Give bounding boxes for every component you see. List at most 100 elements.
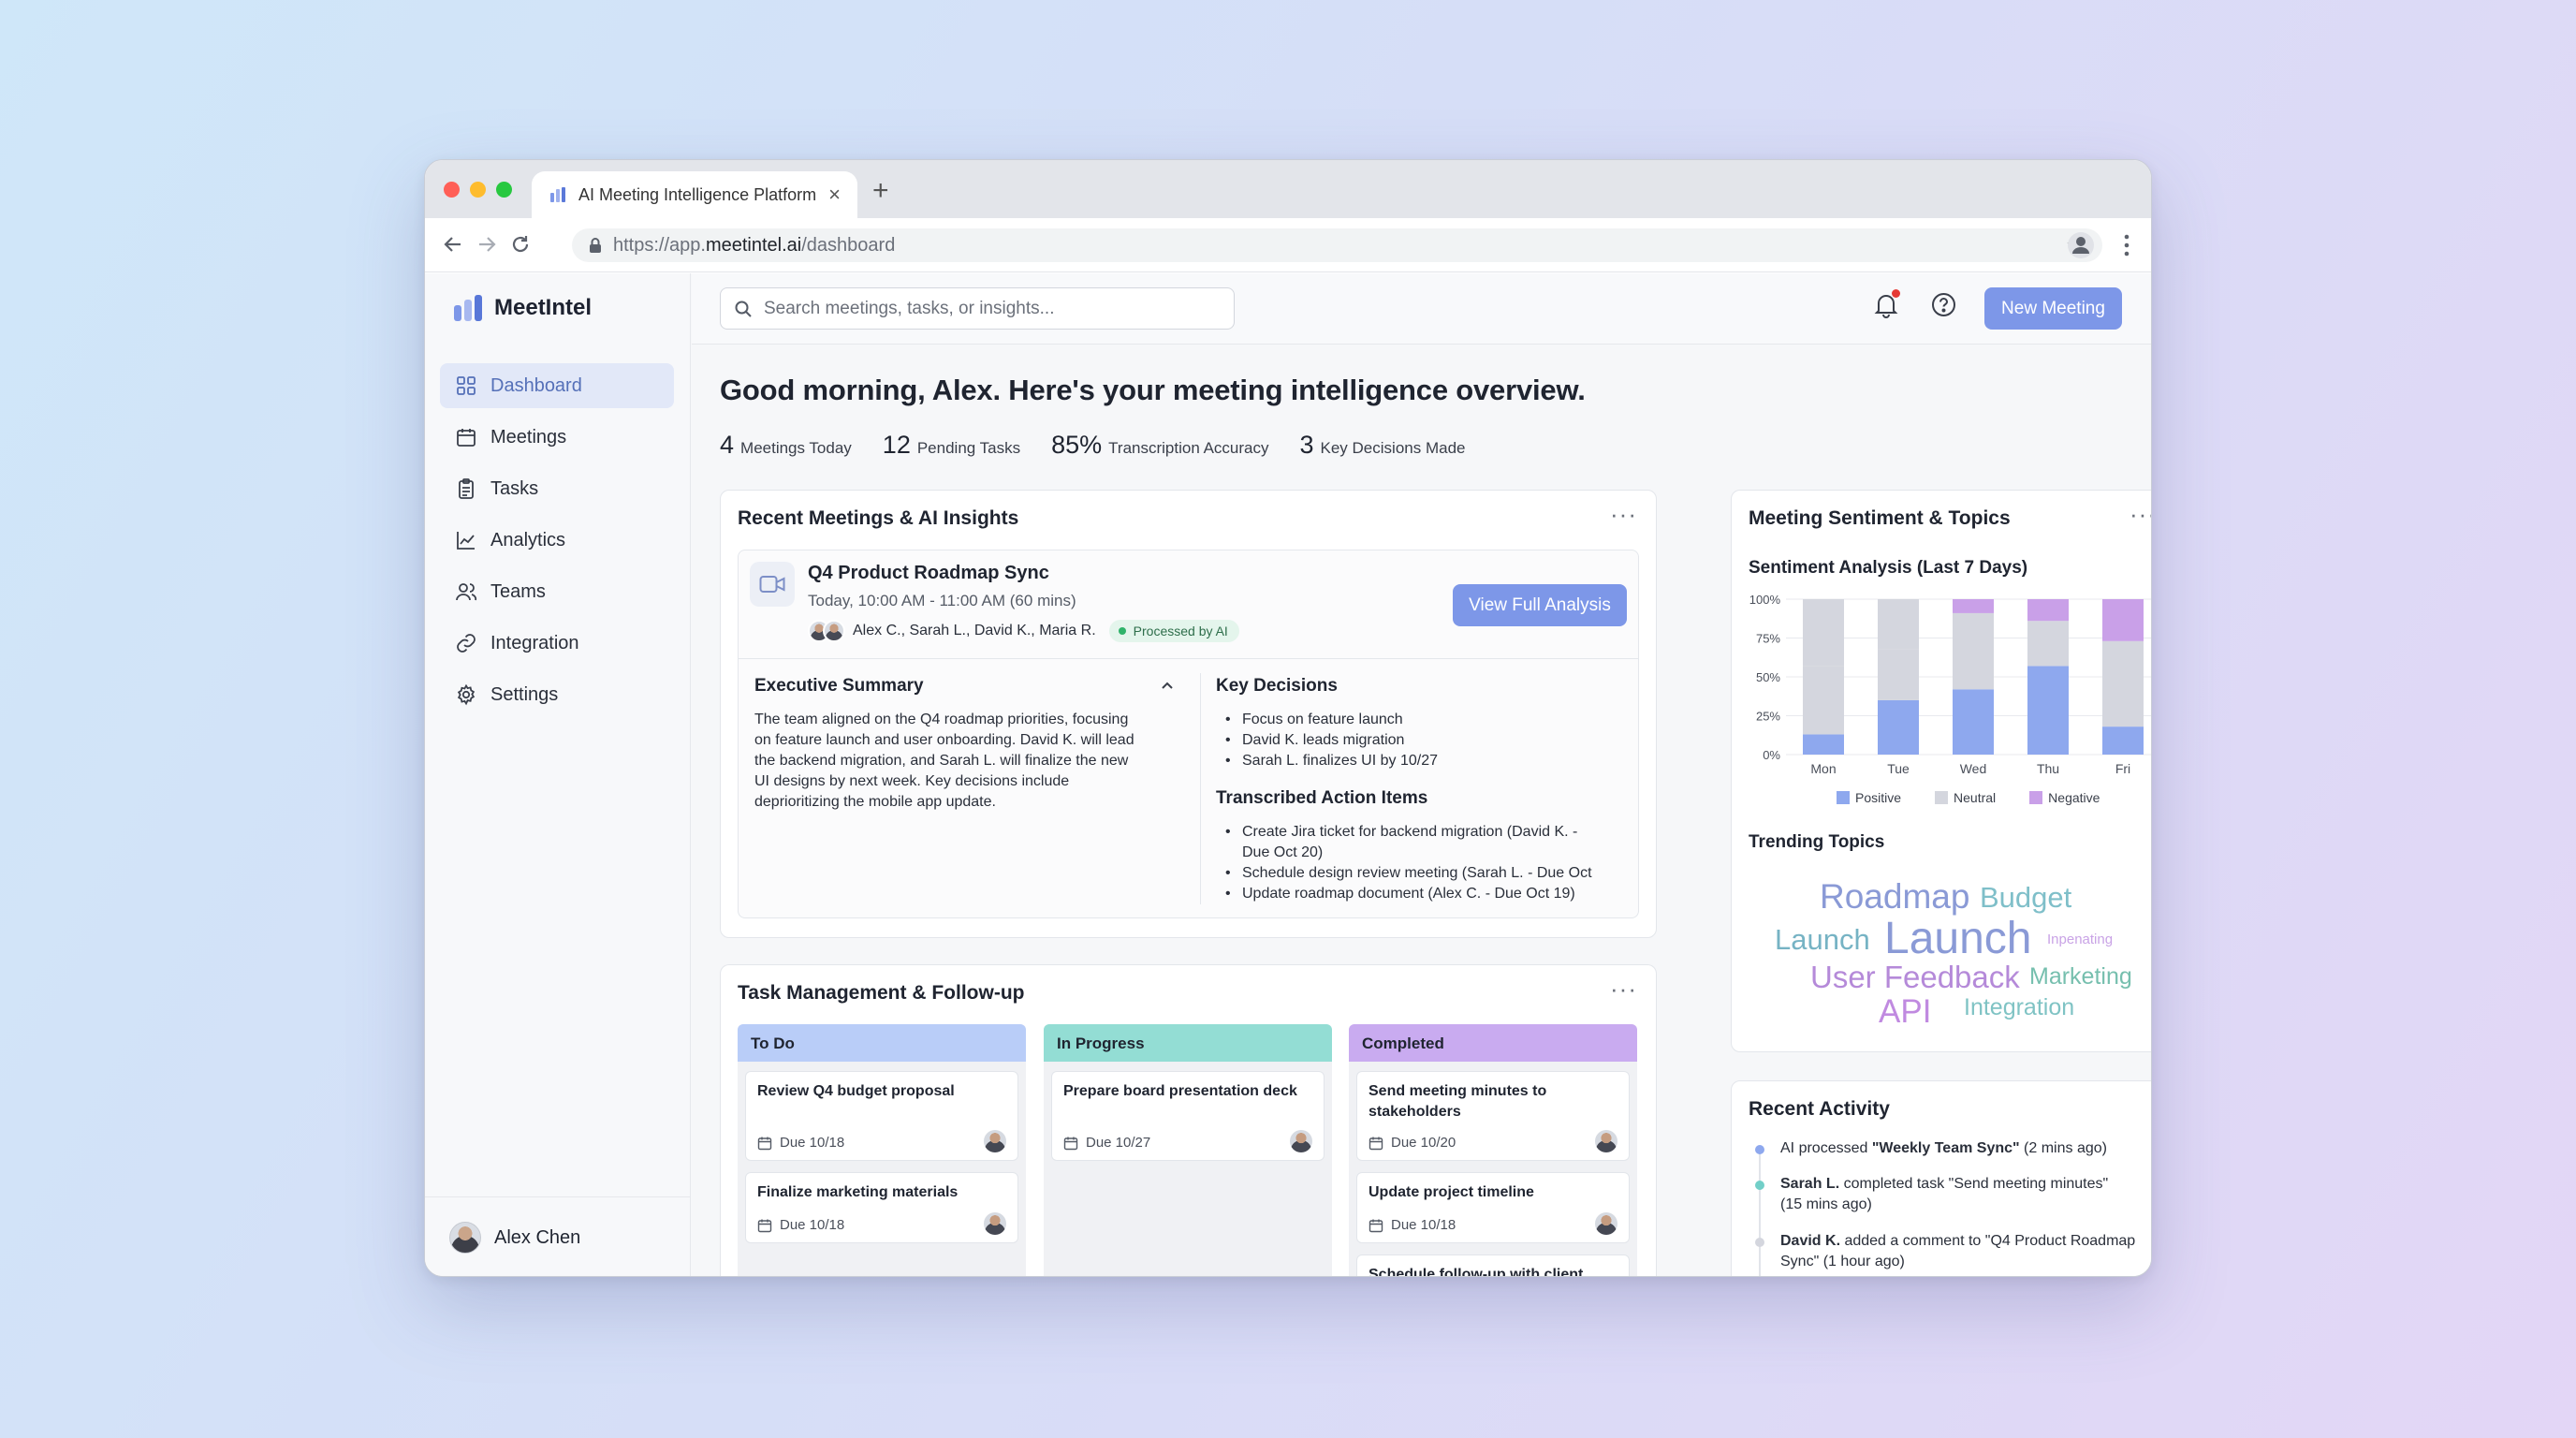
topic-word[interactable]: Launch [1884, 917, 2031, 961]
task-card[interactable]: Prepare board presentation deck Due 10/2… [1051, 1071, 1325, 1161]
divider [739, 658, 1638, 659]
task-card[interactable]: Update project timeline Due 10/18 [1356, 1172, 1630, 1243]
new-tab-icon[interactable]: + [872, 177, 889, 205]
sidebar-item-settings[interactable]: Settings [440, 672, 674, 717]
list-item: Update roadmap document (Alex C. - Due O… [1222, 884, 1633, 904]
key-decisions-heading: Key Decisions [1216, 676, 1338, 696]
maximize-window-button[interactable] [496, 182, 512, 198]
chevron-up-icon[interactable] [1160, 680, 1175, 691]
stat-label: Key Decisions Made [1320, 439, 1466, 457]
close-window-button[interactable] [444, 182, 460, 198]
x-tick-label: Fri [2115, 761, 2130, 775]
topic-word[interactable]: Marketing [2029, 965, 2132, 989]
meeting-item: Q4 Product Roadmap Sync Today, 10:00 AM … [738, 550, 1639, 918]
stat-value: 3 [1299, 431, 1314, 459]
legend-label: Positive [1855, 790, 1902, 805]
new-meeting-button[interactable]: New Meeting [1984, 287, 2122, 330]
activity-time: Sync" (1 hour ago) [1780, 1254, 1905, 1269]
activity-actor: AI processed [1780, 1140, 1868, 1156]
task-due: Due 10/20 [1368, 1135, 1456, 1151]
topic-word[interactable]: Launch [1775, 925, 1870, 954]
list-item-line: Schedule design review meeting (Sarah L.… [1242, 865, 1592, 881]
column-title: To Do [738, 1024, 1026, 1062]
sidebar-item-tasks[interactable]: Tasks [440, 466, 674, 511]
activity-action: added a comment to "Q4 Product Roadmap [1840, 1233, 2136, 1249]
forward-icon[interactable] [476, 233, 498, 256]
back-icon[interactable] [442, 233, 464, 256]
tab-title: AI Meeting Intelligence Platform [578, 184, 817, 204]
task-card[interactable]: Schedule follow-up with client [1356, 1255, 1630, 1277]
brand-name: MeetIntel [494, 295, 593, 320]
bar-segment-neutral [1953, 612, 1994, 690]
bar-segment-neutral [2027, 621, 2069, 667]
video-camera-icon [750, 562, 795, 607]
sidebar-item-meetings[interactable]: Meetings [440, 415, 674, 460]
activity-target: "Weekly Team Sync" [1867, 1140, 2020, 1156]
legend-item: Negative [2029, 790, 2116, 805]
task-card[interactable]: Send meeting minutes to stakeholders Due… [1356, 1071, 1630, 1161]
sentiment-chart: 0% 25% 50% 75% 100% Mon Tue Wed Thu Fri [1749, 593, 2151, 775]
task-title: Schedule follow-up with client [1368, 1267, 1584, 1277]
bar-segment-neutral [1803, 666, 1844, 735]
y-tick-label: 50% [1756, 670, 1780, 684]
topic-word[interactable]: User Feedback [1810, 961, 2020, 992]
user-profile[interactable]: Alex Chen [449, 1222, 580, 1254]
more-options-icon[interactable]: ··· [2130, 500, 2151, 529]
task-card[interactable]: Finalize marketing materials Due 10/18 [745, 1172, 1018, 1243]
notifications-button[interactable] [1874, 289, 1900, 323]
avatar [1290, 1130, 1312, 1152]
topic-word[interactable]: Budget [1980, 883, 2071, 912]
summary-line: on feature launch and user onboarding. D… [754, 732, 1134, 748]
avatar [1595, 1130, 1617, 1152]
stat-value: 4 [720, 431, 735, 459]
brand[interactable]: MeetIntel [453, 294, 592, 322]
bar-segment-positive [2027, 666, 2069, 755]
main-content: Search meetings, tasks, or insights... N… [692, 273, 2151, 1276]
gear-icon [457, 683, 476, 706]
tab-strip: AI Meeting Intelligence Platform × + [425, 160, 2151, 218]
brand-logo-icon [454, 295, 482, 321]
stat-pending-tasks: 12 Pending Tasks [883, 431, 1020, 460]
due-date: Due 10/18 [780, 1217, 845, 1233]
tab-close-icon[interactable]: × [828, 183, 841, 207]
calendar-icon [757, 1137, 772, 1150]
activity-item: David K. added a comment to "Q4 Product … [1780, 1231, 2151, 1272]
url-domain: meetintel.ai [705, 234, 802, 256]
sidebar-item-analytics[interactable]: Analytics [440, 518, 674, 563]
sidebar: MeetIntel Dashboard Meetings Tasks Analy… [425, 273, 691, 1276]
help-button[interactable] [1931, 292, 1956, 322]
legend-item: Neutral [1935, 790, 2012, 805]
browser-menu-icon[interactable] [2123, 233, 2130, 257]
sidebar-item-dashboard[interactable]: Dashboard [440, 363, 674, 408]
task-card[interactable]: Review Q4 budget proposal Due 10/18 [745, 1071, 1018, 1161]
recent-meetings-card: Recent Meetings & AI Insights ··· Q4 Pro… [720, 490, 1657, 938]
topic-word[interactable]: Roadmap [1820, 879, 1969, 914]
view-full-analysis-button[interactable]: View Full Analysis [1453, 584, 1627, 626]
reload-icon[interactable] [509, 233, 532, 256]
profile-icon[interactable] [2067, 231, 2095, 259]
more-options-icon[interactable]: ··· [1610, 500, 1637, 529]
list-item: Schedule design review meeting (Sarah L.… [1222, 863, 1633, 884]
y-tick-label: 75% [1756, 632, 1780, 646]
search-placeholder: Search meetings, tasks, or insights... [764, 298, 1055, 318]
calendar-icon [1368, 1219, 1383, 1232]
browser-toolbar: https://app.meetintel.ai/dashboard ☆ [425, 218, 2151, 272]
activity-actor: David K. [1780, 1233, 1841, 1249]
y-tick-label: 25% [1756, 710, 1780, 724]
topic-word[interactable]: Integration [1964, 996, 2074, 1020]
address-bar[interactable]: https://app.meetintel.ai/dashboard ☆ [572, 228, 2102, 262]
sentiment-topics-card: Meeting Sentiment & Topics ··· Sentiment… [1731, 490, 2151, 1052]
topic-word[interactable]: API [1879, 995, 1931, 1028]
x-tick-label: Wed [1960, 761, 1987, 775]
topic-word[interactable]: Inpenating [2047, 932, 2113, 946]
browser-tab[interactable]: AI Meeting Intelligence Platform × [532, 171, 857, 218]
action-items-heading: Transcribed Action Items [1216, 788, 1428, 808]
sidebar-item-integration[interactable]: Integration [440, 621, 674, 666]
sidebar-item-teams[interactable]: Teams [440, 569, 674, 614]
minimize-window-button[interactable] [470, 182, 486, 198]
stat-label: Pending Tasks [916, 439, 1021, 457]
meeting-title[interactable]: Q4 Product Roadmap Sync [808, 563, 1049, 584]
search-input[interactable]: Search meetings, tasks, or insights... [720, 287, 1235, 330]
more-options-icon[interactable]: ··· [1610, 975, 1637, 1004]
task-title: Send meeting minutes to stakeholders [1368, 1083, 1547, 1120]
